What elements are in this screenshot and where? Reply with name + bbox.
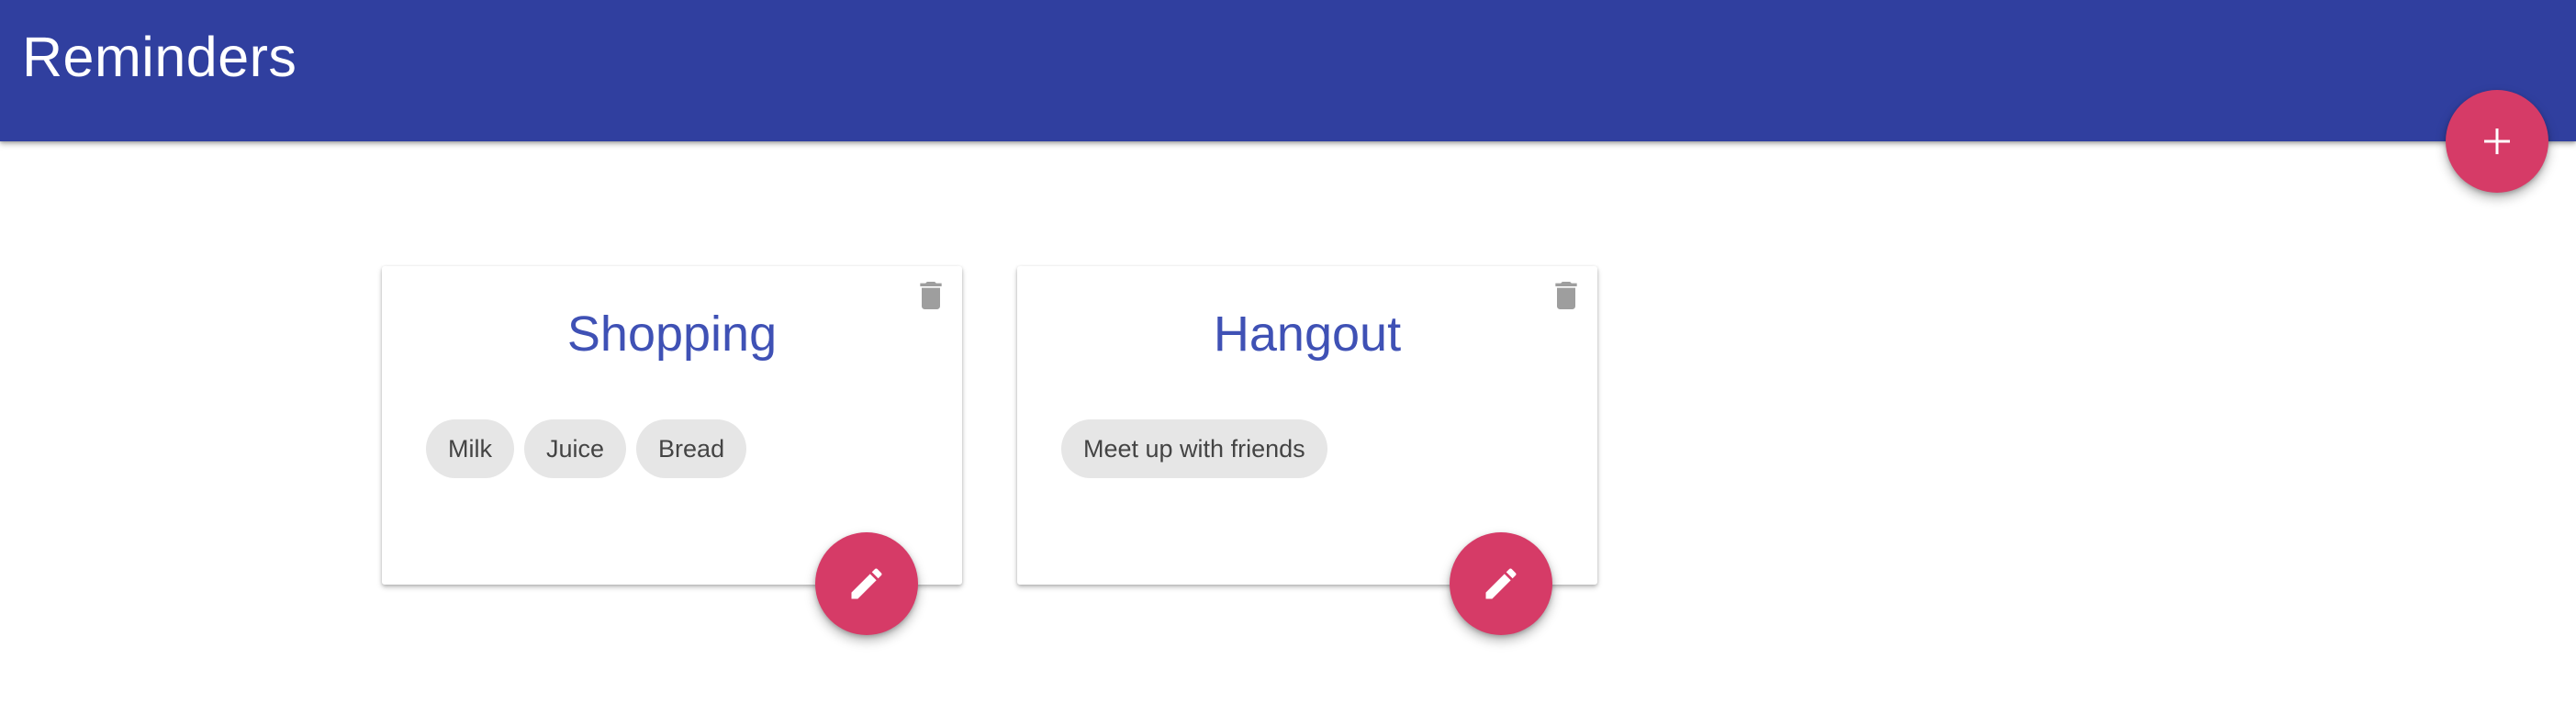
edit-reminder-button[interactable] xyxy=(1450,532,1552,635)
app-bar: Reminders xyxy=(0,0,2576,141)
edit-reminder-button[interactable] xyxy=(815,532,918,635)
item-chip: Milk xyxy=(426,419,514,478)
reminder-card-hangout: Hangout Meet up with friends xyxy=(1017,266,1597,635)
item-chip: Bread xyxy=(636,419,747,478)
add-reminder-button[interactable] xyxy=(2446,90,2548,193)
item-chip-list: Milk Juice Bread xyxy=(426,419,747,478)
item-chip: Juice xyxy=(524,419,627,478)
item-chip: Meet up with friends xyxy=(1061,419,1327,478)
pencil-icon xyxy=(851,568,882,599)
reminder-card-shopping: Shopping Milk Juice Bread xyxy=(382,266,962,635)
app-title: Reminders xyxy=(22,26,297,88)
card-title: Hangout xyxy=(1213,307,1402,362)
card-title: Shopping xyxy=(566,307,778,362)
pencil-icon xyxy=(1485,568,1517,599)
item-chip-list: Meet up with friends xyxy=(1061,419,1327,478)
plus-icon xyxy=(2484,128,2510,154)
